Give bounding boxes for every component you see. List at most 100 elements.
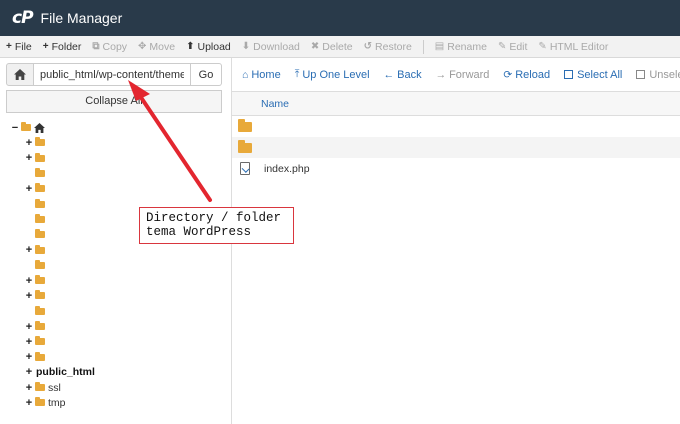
- delete-button[interactable]: ✖ Delete: [311, 41, 353, 53]
- php-file-icon: [240, 162, 250, 175]
- level-up-icon: ⤒: [294, 68, 300, 80]
- tree-item[interactable]: +: [10, 135, 225, 150]
- name-column-header[interactable]: Name: [261, 98, 289, 110]
- folder-icon: [35, 168, 45, 178]
- move-button[interactable]: ✥ Move: [138, 41, 175, 53]
- tree-item[interactable]: [10, 258, 225, 273]
- cpanel-logo: cP: [12, 8, 34, 28]
- tree-item-label: public_html: [36, 366, 95, 379]
- tree-item[interactable]: [10, 166, 225, 181]
- expand-toggle-icon[interactable]: +: [24, 397, 34, 409]
- new-folder-label: Folder: [51, 40, 82, 53]
- expand-toggle-icon[interactable]: +: [24, 321, 34, 333]
- download-button[interactable]: ⬇ Download: [242, 41, 300, 53]
- tree-item[interactable]: + ssl: [10, 380, 225, 395]
- file-row[interactable]: [232, 116, 680, 137]
- folder-icon: [35, 213, 45, 223]
- tree-item[interactable]: +: [10, 319, 225, 334]
- copy-label: Copy: [102, 40, 128, 53]
- annotation-callout: Directory / folder tema WordPress: [139, 207, 294, 244]
- tree-item[interactable]: +: [10, 288, 225, 303]
- home-button[interactable]: ⌂ Home: [242, 69, 281, 81]
- tree-item[interactable]: +: [10, 273, 225, 288]
- expand-toggle-icon[interactable]: +: [24, 351, 34, 363]
- unselect-all-label: Unselect All: [649, 68, 680, 81]
- unselect-all-button[interactable]: Unselect All: [636, 69, 680, 81]
- restore-label: Restore: [375, 40, 412, 53]
- new-file-label: File: [14, 40, 32, 53]
- expand-toggle-icon[interactable]: +: [24, 152, 34, 164]
- expand-toggle-icon[interactable]: +: [24, 336, 34, 348]
- html-editor-button[interactable]: ✎ HTML Editor: [538, 41, 608, 53]
- tree-item[interactable]: +: [10, 151, 225, 166]
- expand-toggle-icon[interactable]: +: [24, 183, 34, 195]
- path-home-button[interactable]: [6, 63, 34, 86]
- path-input[interactable]: [34, 63, 191, 86]
- expand-toggle-icon[interactable]: +: [24, 137, 34, 149]
- folder-icon: [35, 198, 45, 208]
- tree-item[interactable]: +: [10, 242, 225, 257]
- folder-icon: [35, 183, 45, 193]
- edit-button[interactable]: ✎ Edit: [498, 41, 527, 53]
- tree-item[interactable]: +: [10, 181, 225, 196]
- forward-button[interactable]: → Forward: [436, 69, 490, 81]
- folder-icon: [35, 336, 45, 346]
- app-title: File Manager: [40, 10, 123, 26]
- expand-toggle-icon[interactable]: +: [24, 366, 34, 378]
- restore-button[interactable]: ↺ Restore: [364, 41, 412, 53]
- folder-icon: [35, 382, 45, 392]
- path-bar: Go: [6, 63, 222, 86]
- up-one-level-button[interactable]: ⤒ Up One Level: [295, 68, 370, 81]
- folder-icon: [35, 321, 45, 330]
- plus-icon: +: [6, 41, 12, 52]
- expand-toggle-icon[interactable]: +: [24, 275, 34, 287]
- home-icon: ⌂: [242, 68, 249, 81]
- rename-button[interactable]: ▤ Rename: [435, 41, 487, 53]
- folder-icon: [35, 152, 45, 162]
- folder-icon: [238, 139, 252, 153]
- tree-item[interactable]: [10, 304, 225, 319]
- pencil-icon: ✎: [497, 41, 507, 52]
- plus-icon: +: [42, 41, 49, 52]
- expand-toggle-icon[interactable]: +: [24, 244, 34, 256]
- collapse-toggle-icon[interactable]: −: [10, 122, 20, 134]
- folder-icon: [35, 275, 45, 285]
- tree-item[interactable]: + tmp: [10, 395, 225, 410]
- reload-button[interactable]: ⟳ Reload: [503, 69, 550, 81]
- upload-label: Upload: [197, 40, 231, 53]
- expand-toggle-icon[interactable]: +: [24, 382, 34, 394]
- select-all-button[interactable]: Select All: [564, 69, 622, 81]
- go-button[interactable]: Go: [191, 63, 222, 86]
- download-label: Download: [253, 40, 300, 53]
- folder-icon: [238, 118, 252, 132]
- upload-button[interactable]: ⬆ Upload: [186, 41, 231, 53]
- file-row[interactable]: [232, 137, 680, 158]
- expand-toggle-icon[interactable]: +: [24, 290, 34, 302]
- html-editor-icon: ✎: [538, 41, 547, 52]
- toolbar-divider: [422, 39, 424, 54]
- copy-button[interactable]: ⧉ Copy: [92, 41, 127, 53]
- file-row[interactable]: index.php: [232, 158, 680, 179]
- reload-label: Reload: [515, 68, 551, 81]
- collapse-all-button[interactable]: Collapse All: [6, 90, 222, 113]
- annotation-line: Directory / folder: [146, 211, 282, 225]
- folder-icon: [35, 259, 45, 269]
- forward-label: Forward: [449, 68, 490, 81]
- tree-item[interactable]: −: [10, 120, 225, 135]
- upload-icon: ⬆: [186, 41, 195, 52]
- tree-item[interactable]: +: [10, 349, 225, 364]
- tree-item-label: tmp: [48, 396, 66, 409]
- tree-item[interactable]: +: [10, 334, 225, 349]
- rename-label: Rename: [447, 40, 487, 53]
- move-icon: ✥: [138, 41, 147, 52]
- tree-item[interactable]: + public_html: [10, 365, 225, 380]
- new-folder-button[interactable]: + Folder: [43, 41, 82, 53]
- html-editor-label: HTML Editor: [549, 40, 609, 53]
- back-button[interactable]: ← Back: [384, 69, 422, 81]
- tree-item-label: ssl: [48, 381, 61, 394]
- reload-icon: ⟳: [503, 68, 513, 81]
- restore-icon: ↺: [363, 41, 373, 52]
- folder-icon: [21, 122, 31, 132]
- new-file-button[interactable]: + File: [6, 41, 32, 53]
- annotation-line: tema WordPress: [146, 225, 252, 239]
